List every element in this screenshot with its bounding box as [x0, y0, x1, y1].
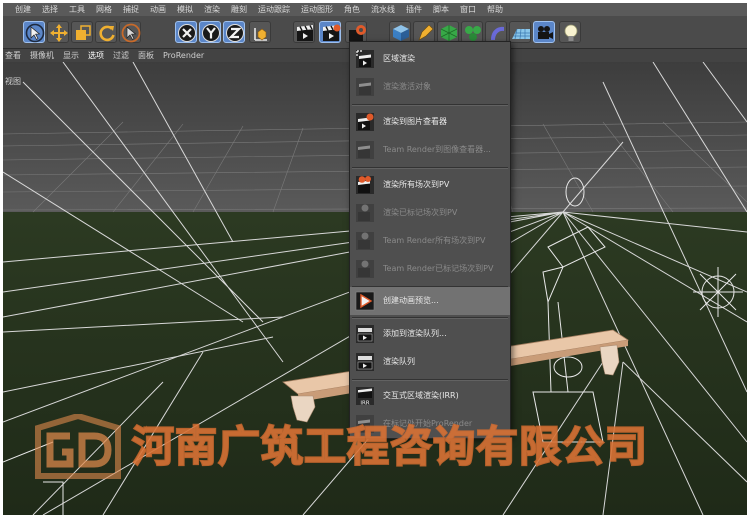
- menu-character[interactable]: 角色: [344, 3, 360, 16]
- menu-snap[interactable]: 捕捉: [123, 3, 139, 16]
- menu-item-team-render-marked-takes: Team Render已标记场次到PV: [350, 255, 510, 283]
- light-bulb-icon: [564, 24, 578, 41]
- camera-icon: [538, 26, 553, 39]
- render-dropdown-menu: 区域渲染 渲染激活对象 渲染到图片查看器 Team Render到图像查看器..…: [349, 41, 511, 439]
- y-axis-icon: [202, 24, 220, 42]
- pen-spline-button[interactable]: [413, 21, 435, 43]
- viewport-menu-options[interactable]: 选项: [88, 49, 104, 62]
- menu-item-make-preview[interactable]: 创建动画预览...: [350, 287, 510, 315]
- menu-item-add-to-render-queue[interactable]: 添加到渲染队列...: [350, 320, 510, 348]
- menu-script[interactable]: 脚本: [433, 3, 449, 16]
- cinema4d-window: 创建 选择 工具 网格 捕捉 动画 模拟 渲染 雕刻 运动跟踪 运动图形 角色 流水线 插件 脚本 窗口 帮助 …: [3, 3, 747, 515]
- scale-icon: [76, 25, 91, 40]
- subdivision-surface-button[interactable]: [437, 21, 459, 43]
- prorender-icon: [354, 413, 376, 435]
- menu-separator: [352, 379, 508, 381]
- app-frame: 创建 选择 工具 网格 捕捉 动画 模拟 渲染 雕刻 运动跟踪 运动图形 角色 流水线 插件 脚本 窗口 帮助 …: [0, 0, 753, 523]
- menu-item-team-render-picture-viewer: Team Render到图像查看器...: [350, 136, 510, 164]
- menu-separator: [352, 317, 508, 319]
- main-menu-bar: 创建 选择 工具 网格 捕捉 动画 模拟 渲染 雕刻 运动跟踪 运动图形 角色 流水线 插件 脚本 窗口 帮助: [3, 3, 747, 16]
- recent-tool-button[interactable]: [119, 21, 141, 43]
- viewport-menu-filter[interactable]: 过滤: [113, 49, 129, 62]
- menu-item-render-active-objects: 渲染激活对象: [350, 73, 510, 101]
- svg-text:IRR: IRR: [360, 401, 369, 407]
- menu-create[interactable]: 创建: [15, 3, 31, 16]
- menu-item-render-to-picture-viewer[interactable]: 渲染到图片查看器: [350, 108, 510, 136]
- menu-simulate[interactable]: 模拟: [177, 3, 193, 16]
- viewport-title: 视图: [5, 77, 21, 86]
- team-render-marked-takes-icon: [354, 258, 376, 280]
- render-all-takes-icon: [354, 174, 376, 196]
- z-axis-lock-button[interactable]: [223, 21, 245, 43]
- menu-motion-tracking[interactable]: 运动跟踪: [258, 3, 290, 16]
- coordinate-system-button[interactable]: [249, 21, 271, 43]
- menu-tools[interactable]: 工具: [69, 3, 85, 16]
- scale-tool-button[interactable]: [71, 21, 93, 43]
- interactive-render-region-icon: IRR: [354, 385, 376, 407]
- floor-grid-icon: [512, 28, 530, 40]
- cursor-icon: [25, 23, 45, 43]
- team-render-viewer-icon: [354, 139, 376, 161]
- x-axis-lock-button[interactable]: [175, 21, 197, 43]
- coordinate-system-icon: [254, 28, 267, 41]
- rotate-icon: [99, 25, 115, 42]
- render-picture-viewer-button[interactable]: [319, 21, 341, 43]
- menu-separator: [352, 167, 508, 169]
- viewport-menu-panel[interactable]: 面板: [138, 49, 154, 62]
- render-active-objects-icon: [354, 76, 376, 98]
- make-preview-icon: [354, 290, 376, 312]
- viewport-menu-cameras[interactable]: 摄像机: [30, 49, 54, 62]
- cube-primitive-button[interactable]: [389, 21, 411, 43]
- menu-pipeline[interactable]: 流水线: [371, 3, 395, 16]
- team-render-all-takes-icon: [354, 230, 376, 252]
- live-selection-button[interactable]: [23, 21, 45, 43]
- region-render-icon: [354, 48, 376, 70]
- menu-item-start-prorender: 在标记处开始ProRender: [350, 410, 510, 438]
- rotate-tool-button[interactable]: [95, 21, 117, 43]
- viewport-menu-view[interactable]: 查看: [5, 49, 21, 62]
- menu-item-team-render-all-takes: Team Render所有场次到PV: [350, 227, 510, 255]
- menu-mesh[interactable]: 网格: [96, 3, 112, 16]
- move-tool-button[interactable]: [47, 21, 69, 43]
- menu-item-render-marked-takes: 渲染已标记场次到PV: [350, 199, 510, 227]
- x-axis-icon: [178, 24, 196, 42]
- y-axis-lock-button[interactable]: [199, 21, 221, 43]
- floor-object-button[interactable]: [509, 21, 531, 43]
- viewport-menu-prorender[interactable]: ProRender: [163, 49, 204, 62]
- render-to-picture-viewer-icon: [354, 111, 376, 133]
- menu-item-render-all-takes[interactable]: 渲染所有场次到PV: [350, 171, 510, 199]
- menu-animate[interactable]: 动画: [150, 3, 166, 16]
- menu-item-region-render[interactable]: 区域渲染: [350, 45, 510, 73]
- render-view-button[interactable]: [293, 21, 315, 43]
- menu-select[interactable]: 选择: [42, 3, 58, 16]
- menu-mograph[interactable]: 运动图形: [301, 3, 333, 16]
- menu-item-interactive-render-region[interactable]: IRR 交互式区域渲染(IRR): [350, 382, 510, 410]
- render-marked-takes-icon: [354, 202, 376, 224]
- menu-help[interactable]: 帮助: [487, 3, 503, 16]
- menu-item-render-queue[interactable]: 渲染队列: [350, 348, 510, 376]
- clapperboard-icon: [297, 25, 313, 41]
- add-to-render-queue-icon: [354, 323, 376, 345]
- menu-render[interactable]: 渲染: [204, 3, 220, 16]
- picture-viewer-clapperboard-icon: [323, 24, 341, 41]
- menu-sculpt[interactable]: 雕刻: [231, 3, 247, 16]
- render-settings-button[interactable]: [345, 21, 367, 43]
- camera-object-button[interactable]: [533, 21, 555, 43]
- recent-cursor-icon: [121, 23, 141, 43]
- deformer-button[interactable]: [485, 21, 507, 43]
- menu-separator: [352, 104, 508, 106]
- light-object-button[interactable]: [559, 21, 581, 43]
- menu-window[interactable]: 窗口: [460, 3, 476, 16]
- move-arrows-icon: [50, 24, 68, 42]
- render-queue-icon: [354, 351, 376, 373]
- z-axis-icon: [226, 24, 244, 42]
- array-object-button[interactable]: [461, 21, 483, 43]
- viewport-menu-display[interactable]: 显示: [63, 49, 79, 62]
- menu-plugins[interactable]: 插件: [406, 3, 422, 16]
